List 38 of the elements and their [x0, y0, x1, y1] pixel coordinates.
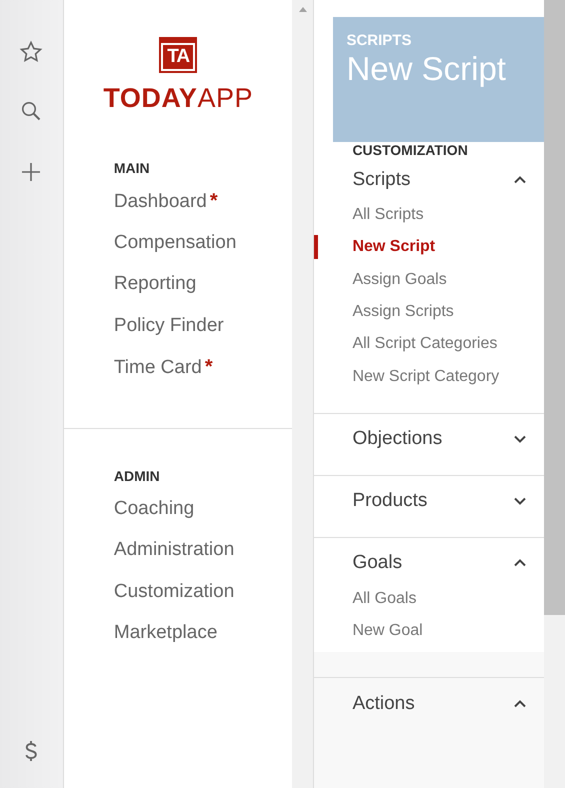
scrollbar-thumb[interactable] — [544, 0, 565, 615]
required-marker: * — [210, 190, 218, 213]
submenu-item[interactable]: New Script — [352, 238, 436, 256]
nav-item[interactable]: Coaching — [114, 498, 194, 520]
submenu-item[interactable]: All Goals — [352, 590, 416, 608]
nav-item[interactable]: Policy Finder — [114, 314, 224, 336]
section-heading: MAIN — [114, 160, 150, 176]
group-toggle[interactable]: Goals — [314, 544, 544, 583]
submenu-item[interactable]: Assign Scripts — [352, 303, 454, 322]
logo-wordmark[interactable]: TODAYAPP — [103, 84, 253, 112]
submenu-item[interactable]: All Script Categories — [352, 335, 498, 354]
nav-item[interactable]: Dashboard — [114, 191, 207, 213]
nav-item[interactable]: Customization — [114, 580, 234, 602]
chevron-down-icon — [514, 435, 526, 444]
chevron-up-icon — [514, 176, 526, 184]
chevron-up-icon — [514, 559, 526, 568]
submenu-item[interactable]: Assign Goals — [352, 270, 447, 289]
submenu-item[interactable]: New Script Category — [352, 368, 500, 386]
group-toggle[interactable]: Objections — [314, 420, 544, 459]
nav-item[interactable]: Administration — [114, 539, 234, 561]
group-toggle[interactable]: Products — [314, 482, 544, 521]
required-marker: * — [204, 356, 213, 379]
nav-item[interactable]: Time Card — [114, 357, 202, 379]
star-icon[interactable] — [19, 40, 44, 64]
page-eyebrow: SCRIPTS — [346, 32, 412, 49]
chevron-down-icon — [514, 497, 526, 506]
section-heading: CUSTOMIZATION — [352, 142, 468, 158]
group-toggle[interactable]: Actions — [314, 684, 544, 724]
submenu-item[interactable]: New Goal — [352, 622, 423, 640]
nav-item[interactable]: Compensation — [114, 232, 236, 254]
logo-badge: TA — [159, 37, 198, 73]
nav-item[interactable]: Marketplace — [114, 622, 218, 644]
page-title: New Script — [346, 51, 506, 87]
nav-item[interactable]: Reporting — [114, 273, 196, 295]
section-heading: ADMIN — [114, 468, 160, 484]
submenu-item[interactable]: All Scripts — [352, 206, 424, 224]
group-toggle[interactable]: Scripts — [314, 160, 544, 199]
chevron-up-icon — [514, 700, 526, 708]
